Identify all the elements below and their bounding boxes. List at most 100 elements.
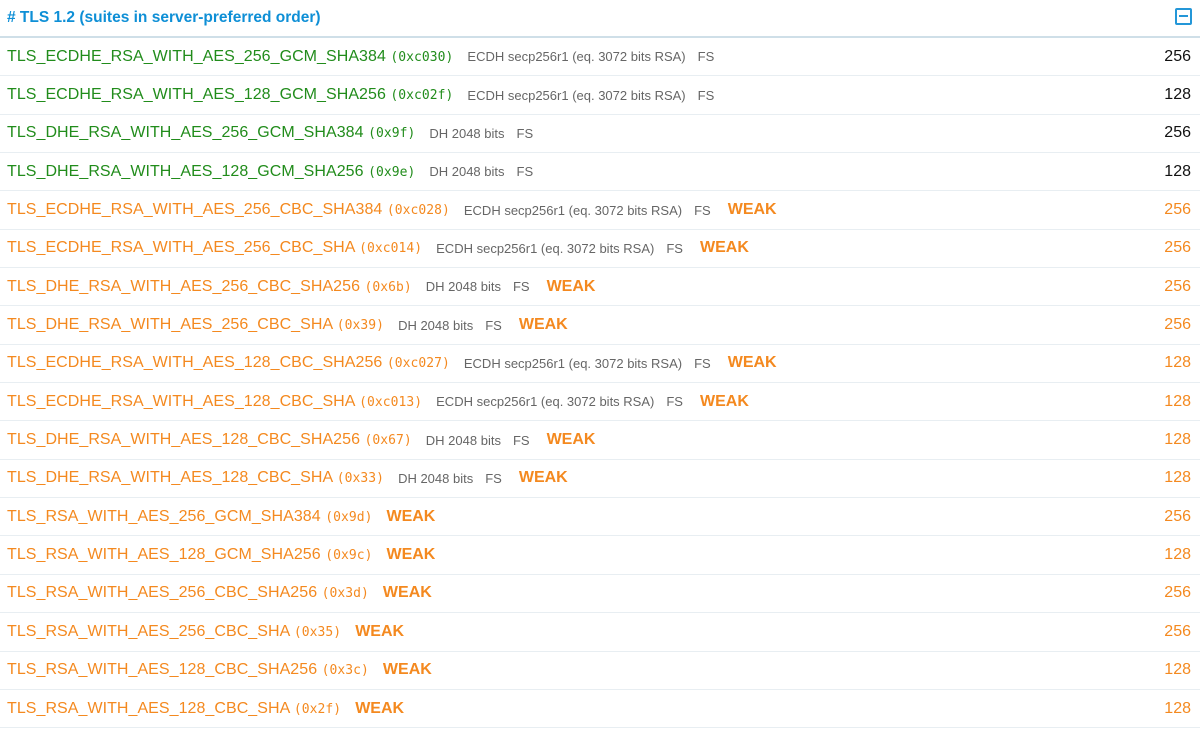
suite-name: TLS_DHE_RSA_WITH_AES_128_GCM_SHA256 (0x9… [7, 163, 415, 181]
key-exchange: ECDH secp256r1 (eq. 3072 bits RSA) [467, 87, 686, 103]
key-exchange: ECDH secp256r1 (eq. 3072 bits RSA) [463, 202, 683, 218]
suite-name-text: TLS_ECDHE_RSA_WITH_AES_256_GCM_SHA384 [7, 47, 386, 65]
table-row: TLS_ECDHE_RSA_WITH_AES_256_CBC_SHA (0xc0… [0, 230, 1200, 269]
suite-name-text: TLS_RSA_WITH_AES_256_CBC_SHA [7, 622, 290, 640]
weak-badge: WEAK [727, 354, 777, 372]
suite-code: (0x3d) [321, 586, 369, 602]
weak-badge: WEAK [699, 392, 749, 410]
forward-secrecy-label: FS [694, 355, 711, 371]
weak-badge: WEAK [546, 277, 596, 295]
key-bits: 256 [1164, 239, 1191, 257]
suite-name-text: TLS_RSA_WITH_AES_256_CBC_SHA256 [7, 584, 318, 602]
minus-square-icon[interactable] [1175, 7, 1192, 25]
suite-name-text: TLS_DHE_RSA_WITH_AES_256_CBC_SHA [7, 316, 333, 334]
key-bits: 128 [1164, 86, 1191, 104]
key-exchange: DH 2048 bits [425, 279, 501, 295]
table-row: TLS_DHE_RSA_WITH_AES_128_GCM_SHA256 (0x9… [0, 153, 1200, 192]
weak-badge: WEAK [386, 507, 436, 525]
weak-badge: WEAK [382, 661, 432, 679]
section-header: # TLS 1.2 (suites in server-preferred or… [0, 0, 1200, 38]
weak-badge: WEAK [355, 699, 405, 717]
section-title: # TLS 1.2 (suites in server-preferred or… [7, 9, 321, 26]
suite-name: TLS_RSA_WITH_AES_128_GCM_SHA256 (0x9c) [7, 546, 372, 564]
suite-code: (0x6b) [364, 279, 412, 295]
key-bits: 128 [1164, 699, 1191, 717]
table-row: TLS_ECDHE_RSA_WITH_AES_128_CBC_SHA256 (0… [0, 345, 1200, 384]
suite-code: (0x3c) [321, 663, 369, 679]
suite-name: TLS_RSA_WITH_AES_256_GCM_SHA384 (0x9d) [7, 508, 372, 526]
suite-name: TLS_RSA_WITH_AES_256_CBC_SHA (0x35) [7, 623, 341, 641]
forward-secrecy-label: FS [485, 470, 502, 486]
suite-name-text: TLS_RSA_WITH_AES_128_CBC_SHA256 [7, 661, 318, 679]
table-row: TLS_RSA_WITH_AES_128_CBC_SHA (0x2f) WEAK 1… [0, 690, 1200, 729]
suite-name: TLS_ECDHE_RSA_WITH_AES_128_CBC_SHA (0xc0… [7, 393, 422, 411]
suite-code: (0xc014) [359, 241, 423, 257]
weak-badge: WEAK [727, 201, 777, 219]
key-bits: 128 [1164, 354, 1191, 372]
key-bits: 256 [1164, 622, 1191, 640]
suite-name-text: TLS_ECDHE_RSA_WITH_AES_256_CBC_SHA [7, 239, 355, 257]
suite-name-text: TLS_DHE_RSA_WITH_AES_128_GCM_SHA256 [7, 162, 364, 180]
weak-badge: WEAK [518, 316, 568, 334]
weak-badge: WEAK [355, 622, 405, 640]
key-bits: 256 [1164, 47, 1191, 65]
suite-name-text: TLS_ECDHE_RSA_WITH_AES_256_CBC_SHA384 [7, 201, 383, 219]
key-bits: 128 [1164, 661, 1191, 679]
table-row: TLS_DHE_RSA_WITH_AES_128_CBC_SHA (0x33) D… [0, 460, 1200, 499]
cipher-suites-table: # TLS 1.2 (suites in server-preferred or… [0, 0, 1200, 729]
key-exchange: ECDH secp256r1 (eq. 3072 bits RSA) [436, 240, 655, 256]
table-row: TLS_DHE_RSA_WITH_AES_128_CBC_SHA256 (0x6… [0, 421, 1200, 460]
key-exchange: DH 2048 bits [425, 432, 501, 448]
suite-name-text: TLS_DHE_RSA_WITH_AES_256_CBC_SHA256 [7, 277, 361, 295]
key-bits: 128 [1164, 162, 1191, 180]
forward-secrecy-label: FS [516, 164, 534, 180]
suite-name: TLS_ECDHE_RSA_WITH_AES_256_CBC_SHA384 (0… [7, 201, 450, 219]
table-row: TLS_RSA_WITH_AES_256_CBC_SHA256 (0x3d) WE… [0, 575, 1200, 614]
forward-secrecy-label: FS [512, 279, 530, 295]
table-row: TLS_ECDHE_RSA_WITH_AES_128_GCM_SHA256 (0… [0, 76, 1200, 115]
suite-name: TLS_DHE_RSA_WITH_AES_256_GCM_SHA384 (0x9… [7, 124, 415, 142]
suite-name: TLS_DHE_RSA_WITH_AES_128_CBC_SHA256 (0x6… [7, 431, 412, 449]
suite-name-text: TLS_DHE_RSA_WITH_AES_128_CBC_SHA [7, 469, 333, 487]
forward-secrecy-label: FS [694, 202, 711, 218]
key-exchange: DH 2048 bits [429, 125, 505, 141]
weak-badge: WEAK [386, 546, 436, 564]
suite-code: (0x39) [336, 318, 385, 334]
key-bits: 128 [1164, 546, 1191, 564]
weak-badge: WEAK [382, 584, 432, 602]
key-bits: 256 [1164, 584, 1191, 602]
table-row: TLS_ECDHE_RSA_WITH_AES_256_CBC_SHA384 (0… [0, 191, 1200, 230]
key-bits: 256 [1164, 201, 1191, 219]
suite-name-text: TLS_DHE_RSA_WITH_AES_256_GCM_SHA384 [7, 124, 364, 142]
suite-name: TLS_RSA_WITH_AES_256_CBC_SHA256 (0x3d) [7, 584, 369, 602]
suite-name: TLS_ECDHE_RSA_WITH_AES_256_GCM_SHA384 (0… [7, 48, 453, 66]
suite-code: (0xc028) [386, 203, 450, 219]
suite-code: (0xc02f) [390, 88, 454, 104]
table-row: TLS_ECDHE_RSA_WITH_AES_256_GCM_SHA384 (0… [0, 38, 1200, 77]
suite-name-text: TLS_DHE_RSA_WITH_AES_128_CBC_SHA256 [7, 431, 361, 449]
table-row: TLS_RSA_WITH_AES_256_CBC_SHA (0x35) WEAK 2… [0, 613, 1200, 652]
key-exchange: DH 2048 bits [429, 164, 505, 180]
suite-code: (0x67) [364, 433, 412, 449]
table-row: TLS_RSA_WITH_AES_256_GCM_SHA384 (0x9d) WE… [0, 498, 1200, 537]
table-row: TLS_RSA_WITH_AES_128_CBC_SHA256 (0x3c) WE… [0, 652, 1200, 690]
key-bits: 128 [1164, 469, 1191, 487]
suite-name: TLS_RSA_WITH_AES_128_CBC_SHA256 (0x3c) [7, 661, 369, 679]
weak-badge: WEAK [699, 239, 749, 257]
forward-secrecy-label: FS [697, 87, 715, 103]
suite-code: (0x9c) [325, 548, 373, 564]
key-exchange: ECDH secp256r1 (eq. 3072 bits RSA) [463, 355, 683, 371]
suite-name-text: TLS_ECDHE_RSA_WITH_AES_128_GCM_SHA256 [7, 86, 386, 104]
table-row: TLS_DHE_RSA_WITH_AES_256_CBC_SHA256 (0x6… [0, 268, 1200, 307]
key-exchange: ECDH secp256r1 (eq. 3072 bits RSA) [467, 49, 686, 65]
suite-name: TLS_DHE_RSA_WITH_AES_128_CBC_SHA (0x33) [7, 469, 384, 487]
forward-secrecy-label: FS [485, 317, 502, 333]
suite-name: TLS_DHE_RSA_WITH_AES_256_CBC_SHA (0x39) [7, 316, 384, 334]
suite-name: TLS_DHE_RSA_WITH_AES_256_CBC_SHA256 (0x6… [7, 278, 412, 296]
forward-secrecy-label: FS [516, 125, 534, 141]
key-exchange: DH 2048 bits [398, 317, 474, 333]
key-exchange: DH 2048 bits [398, 470, 474, 486]
table-row: TLS_ECDHE_RSA_WITH_AES_128_CBC_SHA (0xc0… [0, 383, 1200, 422]
suite-list: TLS_ECDHE_RSA_WITH_AES_256_GCM_SHA384 (0… [0, 38, 1200, 729]
suite-name: TLS_ECDHE_RSA_WITH_AES_256_CBC_SHA (0xc0… [7, 239, 422, 257]
